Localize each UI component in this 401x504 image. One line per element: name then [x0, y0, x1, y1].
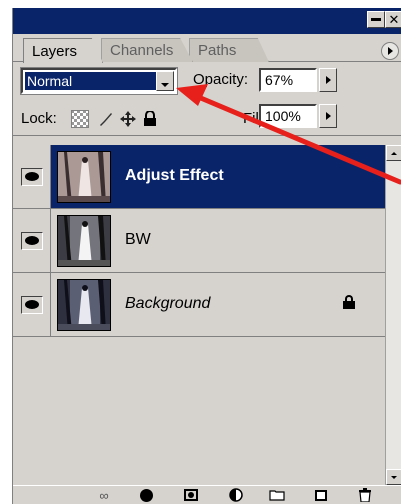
layer-name: Adjust Effect [125, 167, 224, 184]
opacity-input[interactable]: 67% [259, 68, 317, 92]
arrow-down-icon [391, 475, 397, 479]
opacity-slider-button[interactable] [319, 68, 337, 92]
layers-panel: ✕ Paths Channels Layers Normal Opacity: … [12, 8, 401, 504]
blend-mode-dropdown-button[interactable] [156, 71, 174, 91]
minimize-icon [371, 18, 381, 21]
chevron-down-icon [161, 83, 169, 87]
layer-row-background[interactable]: Background [13, 273, 385, 337]
panel-menu-button[interactable] [381, 42, 399, 60]
layer-thumbnail [57, 215, 111, 267]
fx-icon[interactable] [137, 487, 155, 503]
blend-mode-select[interactable]: Normal [20, 67, 178, 95]
scroll-down-button[interactable] [386, 469, 401, 485]
layer-row-bw[interactable]: BW [13, 209, 385, 273]
move-icon[interactable] [119, 110, 137, 128]
tab-channels-label: Channels [110, 42, 174, 59]
layer-name: BW [125, 231, 151, 248]
layer-list: Adjust Effect BW Background [13, 145, 385, 485]
panel-title-bar[interactable]: ✕ [13, 8, 401, 34]
fill-input[interactable]: 100% [259, 104, 317, 128]
folder-icon[interactable] [269, 487, 285, 503]
visibility-toggle[interactable] [13, 209, 51, 272]
adjustment-icon[interactable] [227, 487, 245, 503]
lock-icon[interactable] [141, 110, 159, 128]
layer-list-scrollbar[interactable] [385, 145, 401, 485]
close-button[interactable]: ✕ [385, 11, 401, 28]
visibility-toggle[interactable] [13, 273, 51, 336]
close-icon: ✕ [388, 12, 400, 27]
link-icon[interactable]: ∞ [93, 487, 115, 503]
tab-paths[interactable]: Paths [189, 38, 269, 62]
layer-lock-icon [343, 295, 355, 309]
mask-icon[interactable] [183, 487, 199, 503]
brush-icon[interactable] [97, 110, 115, 128]
arrow-right-icon [325, 76, 331, 84]
visibility-toggle[interactable] [13, 145, 51, 208]
tab-layers[interactable]: Layers [23, 38, 103, 63]
blend-mode-value: Normal [25, 72, 157, 90]
tab-paths-label: Paths [198, 42, 237, 59]
lock-row: Lock: Fill: 100% [13, 100, 401, 136]
menu-arrow-icon [387, 47, 393, 55]
eye-icon [24, 236, 39, 245]
lock-transparent-icon[interactable] [71, 110, 89, 128]
scroll-up-button[interactable] [386, 145, 401, 161]
eye-icon [24, 300, 39, 309]
eye-icon [24, 172, 39, 181]
lock-label: Lock: [21, 110, 57, 127]
layer-row-adjust-effect[interactable]: Adjust Effect [13, 145, 385, 209]
layer-thumbnail [57, 279, 111, 331]
tab-channels[interactable]: Channels [101, 38, 193, 62]
opacity-label: Opacity: [193, 71, 249, 88]
layer-name: Background [125, 295, 211, 312]
new-layer-icon[interactable] [313, 487, 329, 503]
arrow-right-icon [325, 112, 331, 120]
layer-actions-bar: ∞ [13, 485, 401, 504]
trash-icon[interactable] [357, 487, 373, 503]
blend-row: Normal Opacity: 67% [13, 66, 401, 96]
fill-slider-button[interactable] [319, 104, 337, 128]
tab-strip: Paths Channels Layers [13, 34, 401, 63]
arrow-up-icon [391, 151, 397, 155]
layer-thumbnail [57, 151, 111, 203]
minimize-button[interactable] [367, 11, 385, 28]
tab-layers-label: Layers [32, 42, 78, 60]
